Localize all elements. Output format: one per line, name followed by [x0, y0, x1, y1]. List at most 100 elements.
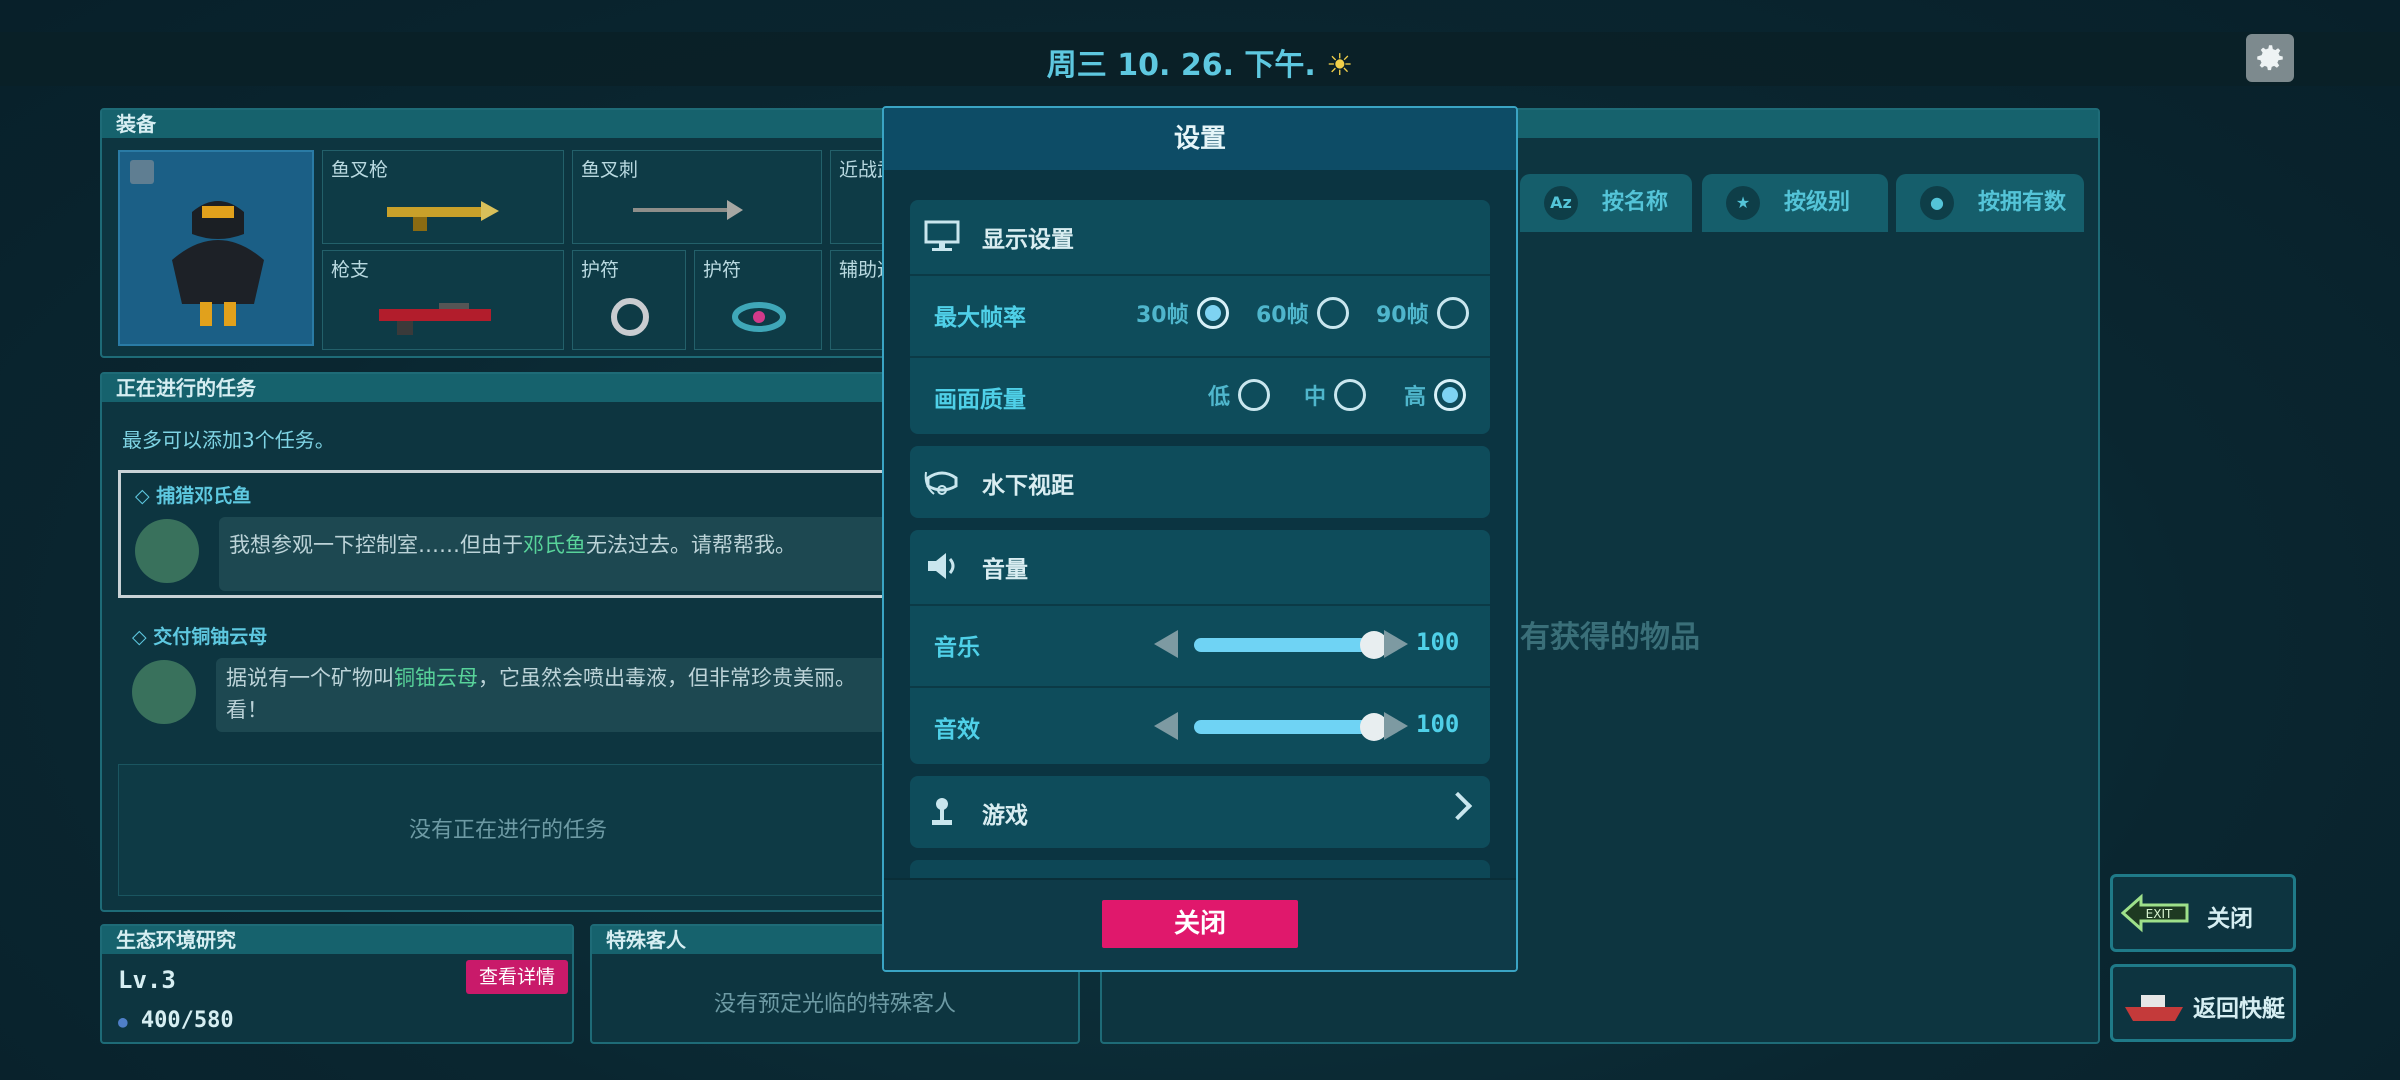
equip-slot-label: 枪支	[331, 259, 370, 281]
tab-sort-by-level[interactable]: ★ 按级别	[1702, 174, 1888, 232]
task-highlight: 铜铀云母	[394, 666, 478, 690]
slider-fill	[1194, 638, 1374, 652]
fps-option-30[interactable]: 30帧	[1136, 296, 1229, 330]
underwater-view-title: 水下视距	[982, 473, 1074, 499]
monitor-icon	[924, 220, 960, 251]
equip-slot-charm-2[interactable]: 护符	[694, 250, 822, 350]
task-card[interactable]: ◇ 捕猎邓氏鱼 我想参观一下控制室……但由于邓氏鱼无法过去。请帮帮我。	[118, 470, 898, 598]
sun-icon: ☀	[1326, 48, 1354, 83]
radio-unselected[interactable]	[1316, 297, 1349, 329]
tasks-title: 正在进行的任务	[102, 374, 898, 402]
eco-title: 生态环境研究	[102, 926, 572, 954]
tab-sort-by-name[interactable]: Az 按名称	[1520, 174, 1692, 232]
underwater-view-header: 水下视距	[910, 446, 1490, 518]
music-label: 音乐	[934, 635, 980, 661]
radio-unselected[interactable]	[1238, 379, 1271, 411]
star-icon: ★	[1726, 186, 1760, 220]
tab-label: 按名称	[1602, 190, 1669, 215]
quality-option-high[interactable]: 高	[1404, 378, 1467, 412]
music-slider[interactable]: 100	[1154, 626, 1474, 662]
increase-arrow-icon[interactable]	[1384, 712, 1408, 740]
npc-avatar	[132, 660, 196, 724]
chevron-right-icon	[1443, 791, 1473, 821]
fps-option-60[interactable]: 60帧	[1256, 296, 1349, 330]
music-volume-row: 音乐 100	[910, 604, 1490, 684]
slider-fill	[1194, 720, 1374, 734]
close-settings-button[interactable]: 关闭	[1102, 900, 1298, 948]
settings-gear-button[interactable]	[2246, 34, 2294, 82]
no-items-text: 有获得的物品	[1520, 620, 1700, 655]
settings-title: 设置	[884, 108, 1516, 170]
equip-slot-gun[interactable]: 枪支	[322, 250, 564, 350]
sfx-value: 100	[1416, 710, 1460, 738]
diving-mask-icon	[924, 471, 958, 495]
sfx-volume-row: 音效 100	[910, 686, 1490, 764]
task-title: ◇ 捕猎邓氏鱼	[135, 485, 252, 507]
harpoon-gun-icon	[387, 201, 499, 231]
music-value: 100	[1416, 628, 1460, 656]
equip-slot-charm-1[interactable]: 护符	[572, 250, 686, 350]
tab-sort-by-count[interactable]: ● 按拥有数	[1896, 174, 2084, 232]
fps-option-90[interactable]: 90帧	[1376, 296, 1469, 330]
character-avatar-slot[interactable]	[118, 150, 314, 346]
az-icon: Az	[1544, 186, 1578, 220]
return-to-boat-label: 返回快艇	[2193, 996, 2285, 1022]
exit-label: 关闭	[2207, 906, 2253, 932]
display-settings-header: 显示设置	[910, 200, 1490, 272]
task-highlight: 邓氏鱼	[523, 533, 586, 557]
task-text: 我想参观一下控制室……但由于	[229, 533, 523, 557]
quality-option-medium[interactable]: 中	[1304, 378, 1367, 412]
equipment-panel: 装备 鱼叉枪 鱼叉刺 近战武 枪支 护符 护符 辅助道	[100, 108, 900, 358]
sfx-slider[interactable]: 100	[1154, 708, 1474, 744]
game-settings-title: 游戏	[982, 803, 1028, 829]
return-to-boat-button[interactable]: 返回快艇	[2110, 964, 2296, 1042]
date-display: 周三 10. 26. 下午. ☀	[0, 40, 2400, 84]
underwater-view-section[interactable]: 水下视距	[910, 446, 1490, 518]
fps-row: 最大帧率 30帧 60帧 90帧	[910, 274, 1490, 354]
equip-slot-label: 护符	[581, 259, 620, 281]
radio-selected[interactable]	[1196, 297, 1229, 329]
tasks-hint: 最多可以添加3个任务。	[122, 428, 335, 452]
slider-track[interactable]	[1194, 713, 1388, 741]
view-details-button[interactable]: 查看详情	[466, 960, 568, 994]
fps-label: 最大帧率	[934, 305, 1026, 331]
quality-option-low[interactable]: 低	[1208, 378, 1271, 412]
decrease-arrow-icon[interactable]	[1154, 630, 1178, 658]
diver-character-icon	[130, 160, 264, 326]
boat-icon	[2125, 995, 2183, 1021]
joystick-icon	[932, 798, 952, 825]
exit-button[interactable]: EXIT 关闭	[2110, 874, 2296, 952]
charm-bracelet-icon	[732, 302, 786, 332]
task-card[interactable]: ◇ 交付铜铀云母 据说有一个矿物叫铜铀云母，它虽然会喷出毒液，但非常珍贵美丽。 …	[118, 614, 898, 742]
no-guest-text: 没有预定光临的特殊客人	[713, 992, 956, 1017]
display-settings-section: 显示设置 最大帧率 30帧 60帧 90帧 画面质量 低 中 高	[910, 200, 1490, 434]
equip-slot-harpoon-gun[interactable]: 鱼叉枪	[322, 150, 564, 244]
fps-option-label: 60帧	[1256, 303, 1309, 328]
volume-section: 音量 音乐 100 音效 100	[910, 530, 1490, 764]
equip-slot-harpoon-head[interactable]: 鱼叉刺	[572, 150, 822, 244]
eco-points: ● 400/580	[118, 1008, 234, 1033]
decrease-arrow-icon[interactable]	[1154, 712, 1178, 740]
increase-arrow-icon[interactable]	[1384, 630, 1408, 658]
equip-slot-label: 鱼叉枪	[331, 159, 389, 181]
sfx-label: 音效	[934, 717, 980, 743]
quality-option-label: 高	[1404, 385, 1427, 410]
equip-slot-label: 护符	[703, 259, 742, 281]
slider-track[interactable]	[1194, 631, 1388, 659]
date-text: 周三 10. 26. 下午.	[1046, 48, 1316, 83]
task-text: 据说有一个矿物叫	[226, 666, 394, 690]
dots-icon: ●	[1920, 186, 1954, 220]
charm-ring-icon	[611, 298, 649, 336]
game-settings-section[interactable]: 游戏	[910, 776, 1490, 848]
points-icon: ●	[118, 1012, 128, 1031]
volume-title: 音量	[982, 557, 1028, 583]
task-text: 看！	[226, 698, 268, 722]
radio-unselected[interactable]	[1334, 379, 1367, 411]
eco-points-text: 400/580	[140, 1008, 234, 1033]
quality-option-label: 低	[1208, 385, 1231, 410]
radio-unselected[interactable]	[1436, 297, 1469, 329]
radio-selected[interactable]	[1434, 379, 1467, 411]
equipment-title: 装备	[102, 110, 898, 138]
task-title: ◇ 交付铜铀云母	[132, 626, 268, 648]
tasks-panel: 正在进行的任务 最多可以添加3个任务。 ◇ 捕猎邓氏鱼 我想参观一下控制室……但…	[100, 372, 900, 912]
